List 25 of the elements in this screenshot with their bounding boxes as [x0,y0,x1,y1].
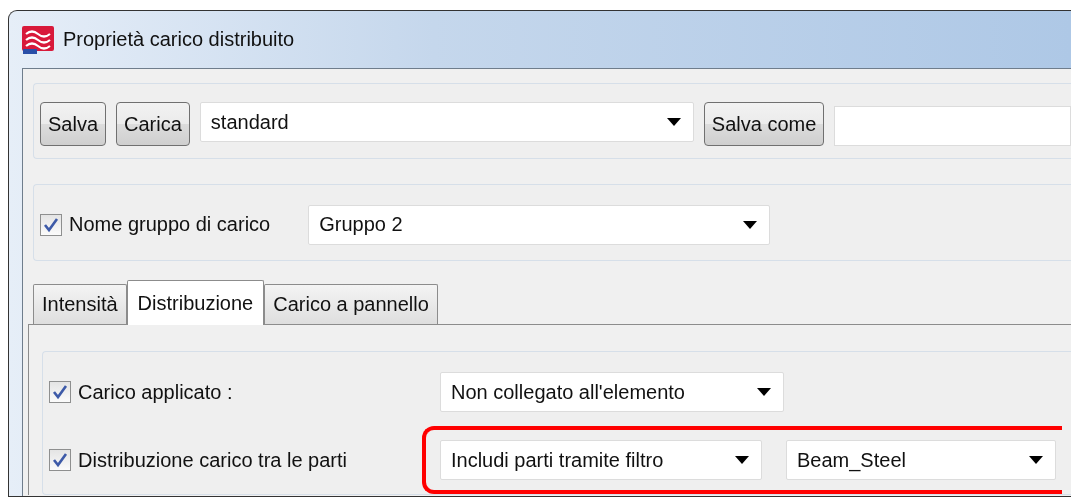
dropdown-arrow-icon [735,456,749,464]
input-field[interactable] [834,106,1071,146]
dropdown-arrow-icon [743,220,758,229]
window-title: Proprietà carico distribuito [63,28,295,51]
toolbar-button[interactable]: Carica [116,102,190,146]
checkbox[interactable] [49,449,71,471]
checkbox-label: Carico applicato : [78,380,233,404]
dropdown[interactable]: Includi parti tramite filtro [440,440,762,480]
checkbox-label: Distribuzione carico tra le parti [78,448,347,472]
dropdown[interactable]: Non collegato all'elemento [440,372,784,412]
dropdown[interactable]: Gruppo 2 [308,204,771,245]
dropdown-arrow-icon [666,118,681,126]
dropdown-arrow-icon [1029,456,1043,464]
dropdown-arrow-icon [757,388,771,396]
toolbar-button[interactable]: Salva [40,102,107,146]
dropdown[interactable]: Beam_Steel [786,440,1056,480]
app-logo-icon [22,24,55,55]
checkbox-label: Nome gruppo di carico [69,213,271,236]
tab[interactable]: Intensità [33,284,127,324]
tab[interactable]: Distribuzione [126,280,265,325]
save-as-button[interactable]: Salva come [703,102,825,146]
checkbox[interactable] [40,213,62,236]
checkbox[interactable] [49,381,71,403]
tab[interactable]: Carico a pannello [264,284,438,324]
dropdown[interactable]: standard [199,102,694,142]
